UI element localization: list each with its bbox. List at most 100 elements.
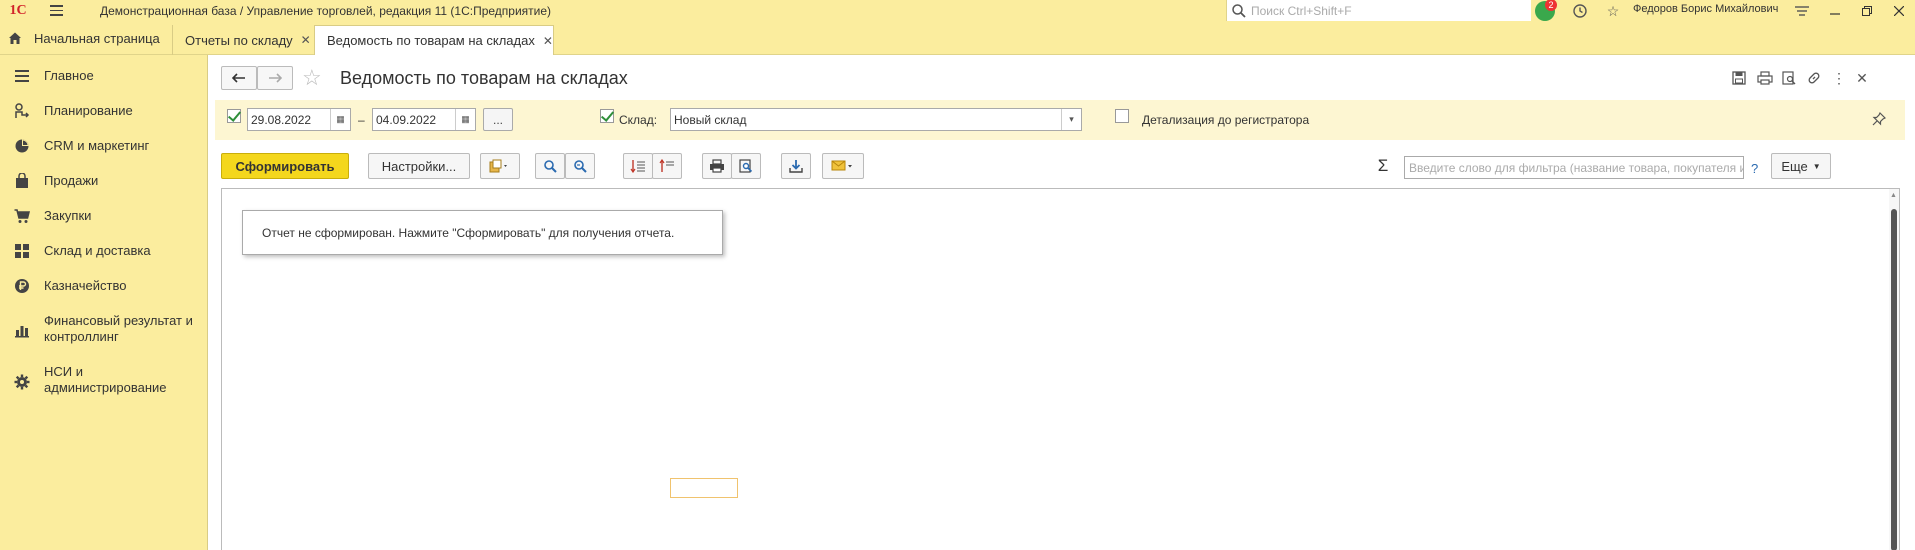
global-search-input[interactable]: Поиск Ctrl+Shift+F bbox=[1226, 0, 1531, 21]
sidebar-item-label: Склад и доставка bbox=[44, 243, 151, 258]
calendar-icon[interactable]: ▦ bbox=[330, 109, 350, 130]
user-name[interactable]: Федоров Борис Михайлович bbox=[1633, 3, 1778, 15]
download-icon bbox=[789, 160, 803, 173]
report-variant-icon bbox=[489, 159, 507, 173]
close-tab-icon[interactable]: ✕ bbox=[543, 34, 553, 48]
expand-icon bbox=[630, 160, 645, 173]
more-vertical-icon[interactable]: ⋮ bbox=[1829, 68, 1849, 88]
scrollbar-thumb[interactable] bbox=[1891, 209, 1897, 550]
sidebar-item-main[interactable]: Главное bbox=[0, 68, 208, 88]
preview-icon[interactable] bbox=[1779, 68, 1799, 88]
select-period-button[interactable]: ... bbox=[483, 108, 513, 131]
find-button[interactable] bbox=[535, 153, 565, 179]
report-parameters-bar: 29.08.2022 ▦ – 04.09.2022 ▦ ... Склад: Н… bbox=[215, 100, 1905, 140]
date-from-field[interactable]: 29.08.2022 ▦ bbox=[247, 108, 351, 131]
favorite-star-icon[interactable]: ☆ bbox=[302, 66, 322, 90]
period-checkbox[interactable] bbox=[227, 109, 241, 123]
print-preview-button[interactable] bbox=[731, 153, 761, 179]
notification-count-badge: 2 bbox=[1545, 0, 1557, 11]
gear-icon bbox=[14, 374, 30, 390]
sidebar-item-label: НСИ и bbox=[44, 364, 83, 379]
sidebar-item-planning[interactable]: Планирование bbox=[0, 103, 208, 123]
detail-checkbox[interactable] bbox=[1115, 109, 1129, 123]
sidebar-item-treasury[interactable]: Казначейство bbox=[0, 278, 208, 298]
sidebar-item-admin[interactable]: НСИ и администрирование bbox=[0, 364, 208, 400]
search-icon bbox=[544, 160, 557, 173]
find-next-button[interactable] bbox=[565, 153, 595, 179]
date-to-value: 04.09.2022 bbox=[376, 112, 437, 127]
save-to-file-button[interactable] bbox=[781, 153, 811, 179]
more-button[interactable]: Еще ▼ bbox=[1771, 153, 1831, 179]
generate-button[interactable]: Сформировать bbox=[221, 153, 349, 179]
minimize-icon[interactable] bbox=[1826, 2, 1844, 20]
sidebar-item-crm[interactable]: CRM и маркетинг bbox=[0, 138, 208, 158]
sidebar-item-label: Главное bbox=[44, 68, 94, 83]
vertical-scrollbar[interactable]: ▲ bbox=[1889, 189, 1899, 550]
warehouse-select[interactable]: Новый склад ▾ bbox=[670, 108, 1082, 131]
sidebar-item-warehouse[interactable]: Склад и доставка bbox=[0, 243, 208, 263]
send-email-button[interactable] bbox=[822, 153, 864, 179]
warehouse-checkbox[interactable] bbox=[600, 109, 614, 123]
settings-button[interactable]: Настройки... bbox=[368, 153, 470, 179]
search-placeholder: Поиск Ctrl+Shift+F bbox=[1251, 3, 1352, 18]
arrow-left-icon bbox=[232, 73, 245, 83]
sidebar-item-label: Планирование bbox=[44, 103, 133, 118]
date-from-value: 29.08.2022 bbox=[251, 112, 312, 127]
settings-lines-icon[interactable] bbox=[1793, 2, 1811, 20]
calendar-icon[interactable]: ▦ bbox=[455, 109, 475, 130]
ruble-icon bbox=[15, 279, 29, 293]
1c-logo-icon[interactable]: 1С bbox=[0, 0, 36, 21]
close-tab-icon[interactable]: ✕ bbox=[301, 33, 311, 47]
expand-groups-button[interactable] bbox=[623, 153, 653, 179]
bar-chart-icon bbox=[15, 326, 29, 338]
chevron-down-icon[interactable]: ▾ bbox=[1061, 109, 1081, 130]
notifications-bell-icon[interactable]: 2 bbox=[1535, 0, 1557, 21]
print-icon bbox=[710, 159, 724, 173]
variants-button[interactable] bbox=[480, 153, 520, 179]
link-icon[interactable] bbox=[1804, 68, 1824, 88]
sum-sigma-icon[interactable]: Σ bbox=[1373, 156, 1393, 176]
home-icon bbox=[9, 32, 21, 44]
selected-cell[interactable] bbox=[670, 478, 738, 498]
date-to-field[interactable]: 04.09.2022 ▦ bbox=[372, 108, 476, 131]
main-menu-icon[interactable] bbox=[50, 0, 72, 21]
tab-home-label: Начальная страница bbox=[34, 30, 160, 46]
favorites-star-icon[interactable]: ☆ bbox=[1604, 2, 1622, 20]
help-link[interactable]: ? bbox=[1751, 161, 1758, 176]
sidebar-item-sales[interactable]: Продажи bbox=[0, 173, 208, 193]
arrow-right-icon bbox=[269, 73, 282, 83]
tab-warehouse-reports[interactable]: Отчеты по складу ✕ bbox=[172, 25, 314, 55]
back-button[interactable] bbox=[221, 66, 257, 90]
tab-label: Ведомость по товарам на складах bbox=[327, 33, 535, 48]
date-dash: – bbox=[358, 113, 365, 127]
bag-icon bbox=[16, 173, 28, 188]
sidebar: Главное Планирование CRM и маркетинг Про… bbox=[0, 55, 208, 550]
print-button[interactable] bbox=[702, 153, 732, 179]
sidebar-item-label-line2: администрирование bbox=[44, 380, 167, 395]
history-icon[interactable] bbox=[1571, 2, 1589, 20]
sidebar-item-label: CRM и маркетинг bbox=[44, 138, 150, 153]
planning-icon bbox=[15, 103, 30, 118]
pin-icon[interactable] bbox=[1869, 109, 1889, 129]
window-title: Демонстрационная база / Управление торго… bbox=[100, 3, 552, 18]
print-icon[interactable] bbox=[1755, 68, 1775, 88]
forward-button[interactable] bbox=[257, 66, 293, 90]
tabs-bar: Начальная страница Отчеты по складу ✕ Ве… bbox=[0, 21, 1915, 55]
warehouse-label: Склад: bbox=[619, 113, 658, 127]
sidebar-item-label: Закупки bbox=[44, 208, 92, 223]
tab-home[interactable]: Начальная страница bbox=[0, 21, 160, 55]
restore-icon[interactable] bbox=[1858, 2, 1876, 20]
tab-stock-statement[interactable]: Ведомость по товарам на складах ✕ bbox=[314, 25, 554, 55]
pie-chart-icon bbox=[15, 139, 29, 153]
envelope-icon bbox=[831, 160, 852, 171]
collapse-groups-button[interactable] bbox=[652, 153, 682, 179]
filter-input[interactable]: Введите слово для фильтра (название това… bbox=[1404, 156, 1744, 179]
close-window-icon[interactable] bbox=[1890, 2, 1908, 20]
sidebar-item-purchases[interactable]: Закупки bbox=[0, 208, 208, 228]
save-icon[interactable] bbox=[1729, 68, 1749, 88]
scroll-up-icon[interactable]: ▲ bbox=[1890, 192, 1897, 199]
report-spreadsheet[interactable]: Отчет не сформирован. Нажмите "Сформиров… bbox=[221, 188, 1900, 550]
report-not-generated-message: Отчет не сформирован. Нажмите "Сформиров… bbox=[242, 210, 723, 255]
close-form-icon[interactable]: ✕ bbox=[1852, 68, 1872, 88]
sidebar-item-financial-result[interactable]: Финансовый результат и контроллинг bbox=[0, 313, 208, 349]
